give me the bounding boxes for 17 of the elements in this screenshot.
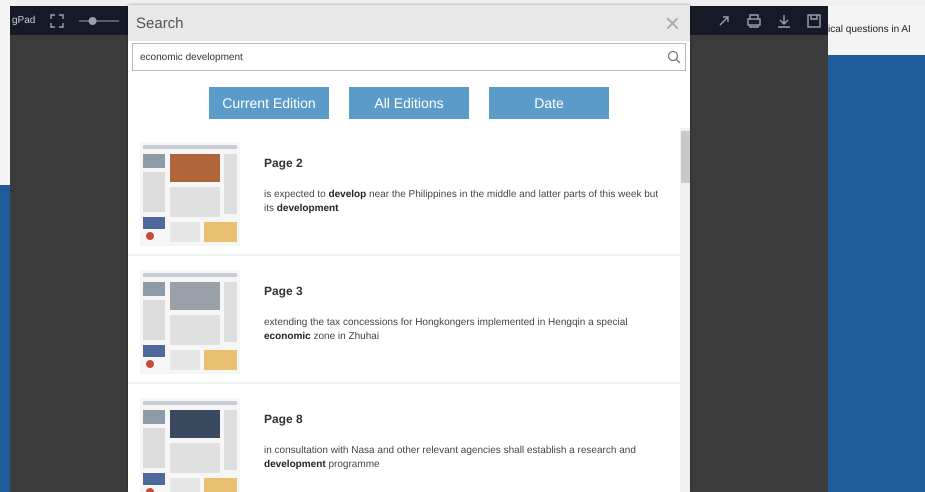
fullscreen-icon[interactable] [49, 12, 66, 28]
dialog-title: Search [136, 14, 184, 32]
save-icon[interactable] [806, 12, 822, 28]
toolbar-title: gPad [12, 15, 36, 26]
download-icon[interactable] [776, 12, 792, 28]
result-snippet: extending the tax concessions for Hongkongers implemented in Hengqin a special economic zone in Zhuhai [264, 316, 629, 344]
print-icon[interactable] [746, 12, 762, 28]
search-icon[interactable] [667, 50, 681, 64]
result-page-link[interactable]: Page 8 [264, 412, 659, 426]
result-page-link[interactable]: Page 3 [264, 284, 659, 298]
result-page-link[interactable]: Page 2 [264, 156, 659, 170]
scrollbar[interactable] [680, 128, 690, 492]
headline-text[interactable]: ical questions in AI [828, 6, 925, 55]
search-field[interactable]: economic development [132, 43, 686, 71]
zoom-slider[interactable] [79, 16, 120, 26]
result-snippet: is expected to develop near the Philippines in the middle and latter parts of this week but its development [264, 188, 659, 216]
result-snippet: in consultation with Nasa and other relevant agencies shall establish a research and development programme [264, 444, 637, 472]
